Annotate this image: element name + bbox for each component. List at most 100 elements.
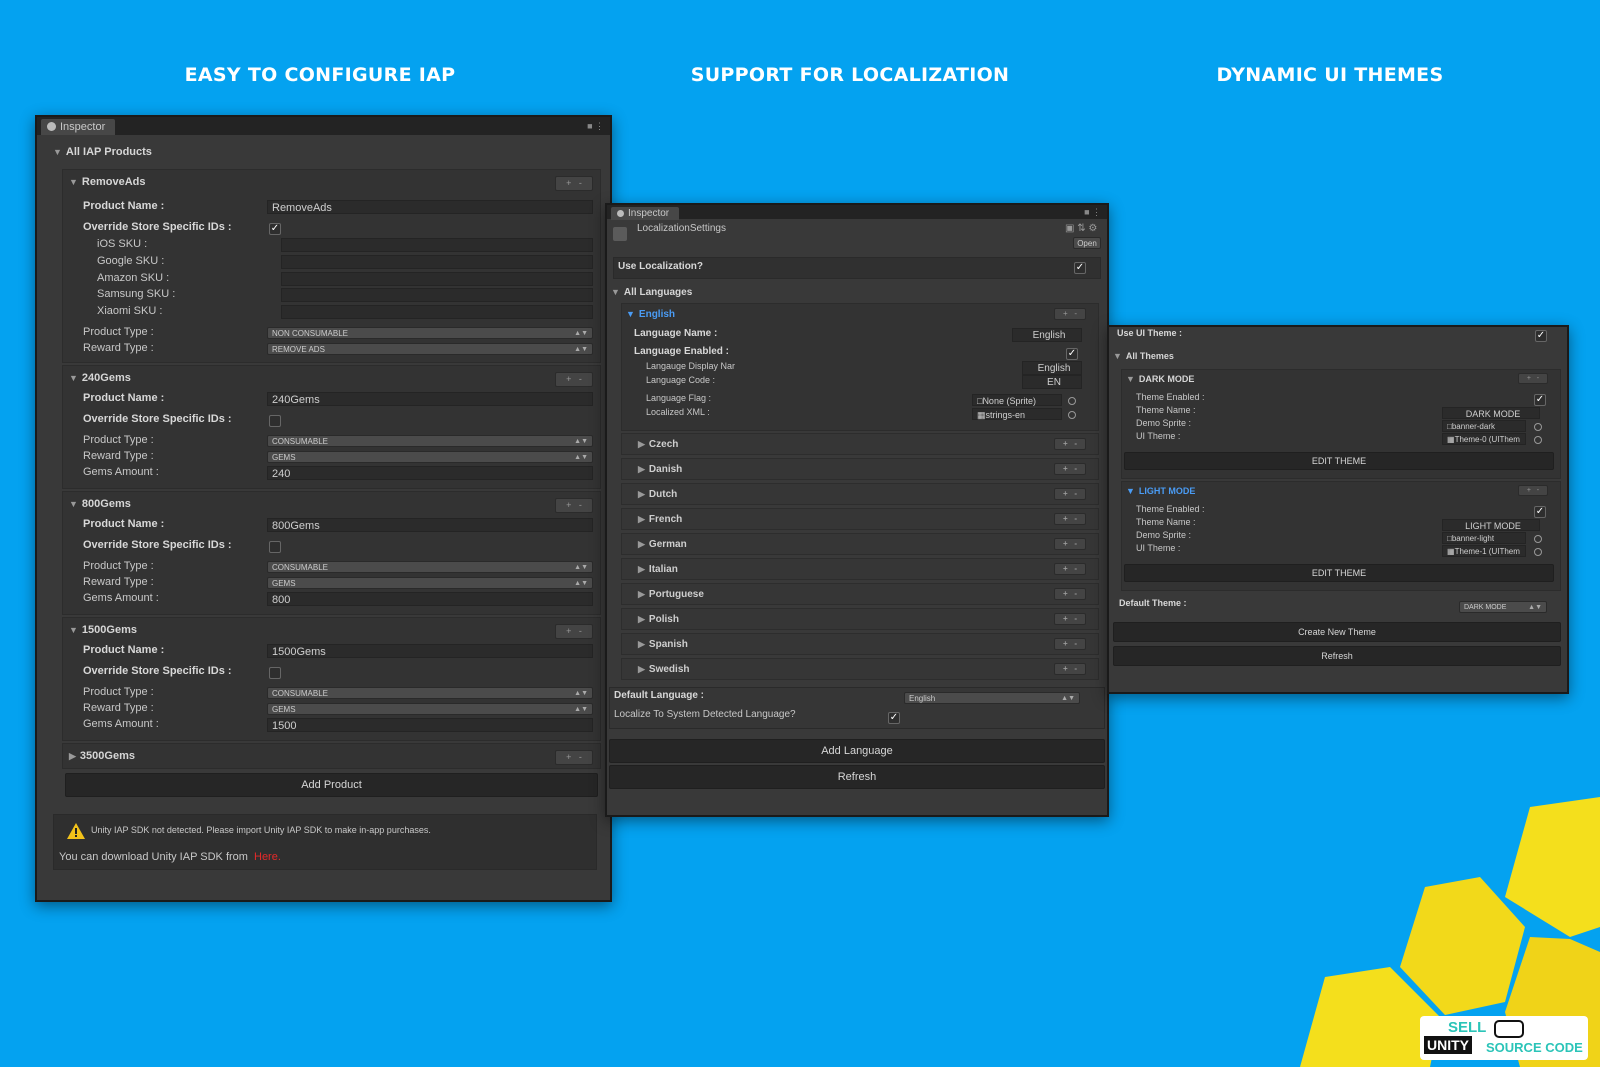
object-picker-icon[interactable]	[1534, 436, 1542, 444]
reward-type-dropdown[interactable]: GEMS ▲▼	[267, 703, 593, 715]
plus-minus-buttons[interactable]: + -	[1054, 663, 1086, 675]
plus-minus-buttons[interactable]: + -	[1054, 463, 1086, 475]
open-button[interactable]: Open	[1073, 237, 1101, 249]
settings-icons[interactable]: ▣ ⇅ ⚙	[1065, 223, 1097, 234]
all-iap-products-header[interactable]: ▼ All IAP Products	[53, 143, 152, 161]
google-sku-field[interactable]	[281, 255, 593, 269]
plus-minus-buttons[interactable]: + -	[1054, 438, 1086, 450]
language-polish[interactable]: ▶ Polish + -	[621, 608, 1099, 630]
plus-minus-buttons[interactable]: + -	[1054, 488, 1086, 500]
reward-type-dropdown[interactable]: GEMS ▲▼	[267, 577, 593, 589]
all-themes-header[interactable]: ▼ All Themes	[1113, 347, 1174, 365]
language-portuguese[interactable]: ▶ Portuguese + -	[621, 583, 1099, 605]
override-checkbox[interactable]	[269, 667, 281, 679]
plus-minus-buttons[interactable]: + -	[1054, 563, 1086, 575]
plus-minus-buttons[interactable]: + -	[555, 750, 593, 765]
product-type-dropdown[interactable]: NON CONSUMABLE ▲▼	[267, 327, 593, 339]
ui-theme-field[interactable]: ▦Theme-1 (UIThem	[1442, 545, 1526, 557]
product-header[interactable]: ▼ 800Gems	[69, 495, 131, 513]
theme-header[interactable]: ▼ DARK MODE	[1126, 370, 1194, 388]
language-code-field[interactable]: EN	[1022, 375, 1082, 389]
create-new-theme-button[interactable]: Create New Theme	[1113, 622, 1561, 642]
product-name-field[interactable]: 800Gems	[267, 518, 593, 532]
object-picker-icon[interactable]	[1534, 535, 1542, 543]
use-localization-checkbox[interactable]: ✓	[1074, 262, 1086, 274]
product-name-field[interactable]: 1500Gems	[267, 644, 593, 658]
add-product-button[interactable]: Add Product	[65, 773, 598, 797]
theme-header[interactable]: ▼ LIGHT MODE	[1126, 482, 1195, 500]
override-checkbox[interactable]: ✓	[269, 223, 281, 235]
amazon-sku-field[interactable]	[281, 272, 593, 286]
localize-system-checkbox[interactable]: ✓	[888, 712, 900, 724]
gems-amount-field[interactable]: 800	[267, 592, 593, 606]
default-language-dropdown[interactable]: English ▲▼	[904, 692, 1080, 704]
theme-name-field[interactable]: DARK MODE	[1442, 407, 1540, 419]
plus-minus-buttons[interactable]: + -	[555, 498, 593, 513]
product-header[interactable]: ▶ 3500Gems	[69, 747, 135, 765]
all-languages-header[interactable]: ▼ All Languages	[611, 283, 692, 301]
loc-refresh-button[interactable]: Refresh	[609, 765, 1105, 789]
product-header[interactable]: ▼ 240Gems	[69, 369, 131, 387]
theme-enabled-checkbox[interactable]: ✓	[1534, 394, 1546, 406]
product-header[interactable]: ▼ 1500Gems	[69, 621, 137, 639]
add-language-button[interactable]: Add Language	[609, 739, 1105, 763]
override-checkbox[interactable]	[269, 415, 281, 427]
plus-minus-buttons[interactable]: + -	[555, 176, 593, 191]
plus-minus-buttons[interactable]: + -	[1054, 308, 1086, 320]
plus-minus-buttons[interactable]: + -	[1054, 588, 1086, 600]
language-enabled-checkbox[interactable]: ✓	[1066, 348, 1078, 360]
default-theme-dropdown[interactable]: DARK MODE ▲▼	[1459, 601, 1547, 613]
product-name-field[interactable]: RemoveAds	[267, 200, 593, 214]
product-type-dropdown[interactable]: CONSUMABLE ▲▼	[267, 435, 593, 447]
object-picker-icon[interactable]	[1068, 411, 1076, 419]
object-picker-icon[interactable]	[1068, 397, 1076, 405]
theme-enabled-checkbox[interactable]: ✓	[1534, 506, 1546, 518]
plus-minus-buttons[interactable]: + -	[1054, 613, 1086, 625]
display-name-field[interactable]: English	[1022, 361, 1082, 375]
theme-refresh-button[interactable]: Refresh	[1113, 646, 1561, 666]
plus-minus-buttons[interactable]: + -	[1054, 538, 1086, 550]
language-spanish[interactable]: ▶ Spanish + -	[621, 633, 1099, 655]
samsung-sku-field[interactable]	[281, 288, 593, 302]
ui-theme-field[interactable]: ▦Theme-0 (UIThem	[1442, 433, 1526, 445]
gems-amount-field[interactable]: 1500	[267, 718, 593, 732]
language-german[interactable]: ▶ German + -	[621, 533, 1099, 555]
lock-icon[interactable]: ■ ⋮	[1084, 207, 1101, 218]
plus-minus-buttons[interactable]: + -	[1518, 373, 1548, 384]
localized-xml-field[interactable]: ▦strings-en	[972, 408, 1062, 420]
lock-icon[interactable]: ■ ⋮	[587, 121, 604, 132]
product-header[interactable]: ▼ RemoveAds	[69, 173, 146, 191]
plus-minus-buttons[interactable]: + -	[555, 372, 593, 387]
plus-minus-buttons[interactable]: + -	[555, 624, 593, 639]
demo-sprite-field[interactable]: □banner-dark	[1442, 420, 1526, 432]
override-checkbox[interactable]	[269, 541, 281, 553]
language-swedish[interactable]: ▶ Swedish + -	[621, 658, 1099, 680]
edit-theme-button[interactable]: EDIT THEME	[1124, 452, 1554, 470]
language-french[interactable]: ▶ French + -	[621, 508, 1099, 530]
plus-minus-buttons[interactable]: + -	[1054, 513, 1086, 525]
loc-inspector-tab[interactable]: Inspector	[611, 207, 680, 220]
language-italian[interactable]: ▶ Italian + -	[621, 558, 1099, 580]
demo-sprite-field[interactable]: □banner-light	[1442, 532, 1526, 544]
reward-type-dropdown[interactable]: REMOVE ADS ▲▼	[267, 343, 593, 355]
object-picker-icon[interactable]	[1534, 548, 1542, 556]
language-danish[interactable]: ▶ Danish + -	[621, 458, 1099, 480]
language-dutch[interactable]: ▶ Dutch + -	[621, 483, 1099, 505]
object-picker-icon[interactable]	[1534, 423, 1542, 431]
product-name-field[interactable]: 240Gems	[267, 392, 593, 406]
product-type-dropdown[interactable]: CONSUMABLE ▲▼	[267, 561, 593, 573]
language-header[interactable]: ▼ English	[626, 305, 675, 323]
edit-theme-button[interactable]: EDIT THEME	[1124, 564, 1554, 582]
product-type-dropdown[interactable]: CONSUMABLE ▲▼	[267, 687, 593, 699]
reward-type-dropdown[interactable]: GEMS ▲▼	[267, 451, 593, 463]
iap-inspector-tab[interactable]: Inspector	[41, 119, 116, 135]
language-czech[interactable]: ▶ Czech + -	[621, 433, 1099, 455]
gems-amount-field[interactable]: 240	[267, 466, 593, 480]
plus-minus-buttons[interactable]: + -	[1518, 485, 1548, 496]
language-name-field[interactable]: English	[1012, 328, 1082, 342]
ios-sku-field[interactable]	[281, 238, 593, 252]
use-ui-theme-checkbox[interactable]: ✓	[1535, 330, 1547, 342]
theme-name-field[interactable]: LIGHT MODE	[1442, 519, 1540, 531]
language-flag-field[interactable]: □None (Sprite)	[972, 394, 1062, 406]
plus-minus-buttons[interactable]: + -	[1054, 638, 1086, 650]
